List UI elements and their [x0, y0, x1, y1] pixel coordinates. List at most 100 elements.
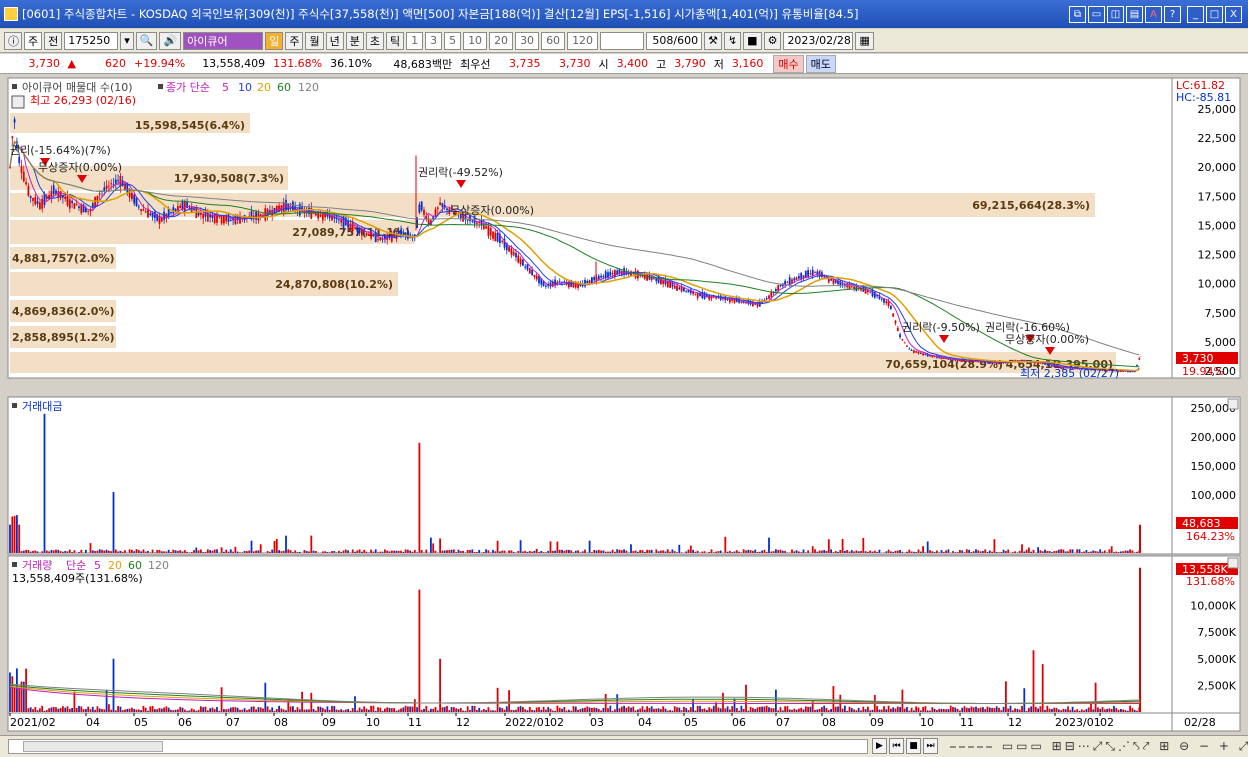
amount-bar — [887, 549, 890, 553]
interval-10[interactable]: 10 — [463, 31, 488, 50]
interval-20[interactable]: 20 — [489, 31, 514, 50]
amount-bar — [1005, 551, 1007, 553]
candle-body — [358, 227, 361, 233]
period-year[interactable]: 년 — [325, 31, 344, 50]
interval-3[interactable]: 3 — [425, 31, 443, 50]
drawing-tools[interactable]: ⎯⎯⎯⎯⎯ ▭▭▭ ⊞⊟⋯⤢⤡⋰⤣⤤ ⊞ ⊖ − + ⤢ — [950, 739, 1248, 754]
volume-bar — [137, 709, 140, 712]
candle-body — [545, 285, 547, 287]
volume-bar — [540, 709, 543, 712]
amount-bar — [397, 550, 400, 553]
period-tick[interactable]: 틱 — [385, 31, 405, 50]
volume-bar — [717, 707, 720, 712]
candle-body — [105, 185, 108, 189]
interval-5[interactable]: 5 — [444, 31, 462, 50]
amount-bar — [942, 551, 945, 553]
candle-body — [319, 214, 322, 217]
mode-select[interactable]: 주 — [24, 31, 43, 50]
speaker-icon[interactable]: 🔊 — [159, 31, 182, 50]
yaxis1-label: 15,000 — [1198, 219, 1237, 232]
save-icon[interactable]: ■ — [743, 31, 762, 50]
amount-bar — [1139, 524, 1141, 553]
period-minute[interactable]: 분 — [345, 31, 364, 50]
jeon-button[interactable]: 전 — [44, 31, 63, 50]
panel2-scroll-icon[interactable] — [1227, 398, 1239, 410]
stock-name[interactable]: 아이큐어 — [183, 31, 264, 50]
amount-bar — [333, 551, 336, 553]
amount-bar — [430, 537, 432, 553]
layout-icon[interactable]: ▭ — [1088, 5, 1105, 23]
amount-bar — [1014, 551, 1016, 553]
volume-bar — [777, 710, 780, 712]
period-second[interactable]: 초 — [365, 31, 384, 50]
stop-icon[interactable]: ■ — [906, 738, 921, 754]
first-icon[interactable]: ⏮ — [889, 738, 904, 754]
print-icon[interactable]: ▤ — [1126, 5, 1143, 23]
calendar-icon[interactable]: ▦ — [855, 31, 874, 50]
date-input[interactable]: 2023/02/28 — [783, 31, 854, 50]
code-input[interactable]: 175250 — [64, 31, 119, 50]
period-week[interactable]: 주 — [285, 31, 304, 50]
amount-panel[interactable] — [7, 396, 1173, 555]
volume-panel[interactable] — [7, 555, 1173, 714]
xaxis-label: 03 — [590, 716, 604, 729]
sell-button[interactable]: 매도 — [805, 54, 836, 73]
play-icon[interactable]: ▶ — [872, 738, 887, 754]
volume-bar — [565, 710, 568, 712]
interval-120[interactable]: 120 — [567, 31, 599, 50]
scroll-thumb[interactable] — [23, 741, 163, 752]
amount-bar — [1041, 551, 1044, 553]
stock-chart[interactable]: 15,598,545(6.4%) 17,930,508(7.3%) 69,215,6… — [0, 75, 1248, 735]
volume-bar — [761, 706, 763, 712]
help-icon[interactable]: ? — [1164, 5, 1181, 23]
volume-bar — [1060, 710, 1062, 712]
count-input[interactable]: 508/600 — [646, 31, 703, 50]
amount-bar — [1028, 547, 1030, 553]
link-icon[interactable]: ⧉ — [1069, 5, 1086, 23]
dropdown-icon[interactable]: ▾ — [120, 31, 134, 50]
indicator-icon[interactable]: ↯ — [723, 31, 742, 50]
calendar-marker-icon[interactable] — [11, 95, 25, 109]
amount-bar — [1117, 552, 1120, 553]
amount-bar — [729, 550, 731, 553]
amount-bar — [1021, 544, 1023, 553]
candle-body — [34, 196, 37, 205]
volume-bar — [804, 706, 807, 712]
volume-band-label: 4,869,836(2.0%) — [12, 305, 115, 318]
volume-bar — [857, 707, 860, 712]
amount-bar — [733, 551, 736, 553]
volume-bar — [1071, 706, 1074, 712]
amount-bar — [356, 550, 359, 553]
interval-30[interactable]: 30 — [515, 31, 540, 50]
amount-bar — [584, 549, 586, 553]
period-day[interactable]: 일 — [265, 31, 284, 50]
interval-custom-input[interactable] — [600, 31, 645, 50]
amount-bar — [689, 545, 692, 553]
amount-bar — [363, 549, 366, 553]
volume-bar — [87, 706, 90, 712]
close-button[interactable]: X — [1225, 5, 1242, 23]
settings-icon[interactable]: ⚙ — [763, 31, 782, 50]
buy-button[interactable]: 매수 — [773, 54, 804, 73]
panel3-scroll-icon[interactable] — [1227, 557, 1239, 569]
volume-bar — [830, 708, 832, 712]
volume-bar — [570, 710, 573, 712]
horizontal-scrollbar[interactable] — [8, 739, 868, 754]
period-month[interactable]: 월 — [305, 31, 324, 50]
interval-1[interactable]: 1 — [406, 31, 424, 50]
amount-bar — [802, 549, 805, 553]
amount-bar — [223, 551, 225, 553]
volume-bar — [457, 708, 460, 712]
maximize-button[interactable]: □ — [1206, 5, 1223, 23]
volume-bar — [469, 710, 471, 712]
candle-body — [183, 201, 186, 211]
interval-60[interactable]: 60 — [541, 31, 566, 50]
alert-icon[interactable]: A — [1145, 5, 1162, 23]
window-icon[interactable]: ◫ — [1107, 5, 1124, 23]
last-icon[interactable]: ⏭ — [923, 738, 938, 754]
trade-amount: 48,683백만 — [393, 57, 453, 71]
search-icon[interactable]: 🔍 — [135, 31, 158, 50]
tool-icon[interactable]: ⚒ — [704, 31, 722, 50]
minimize-button[interactable]: _ — [1187, 5, 1204, 23]
info-icon[interactable]: ⓘ — [4, 31, 22, 50]
